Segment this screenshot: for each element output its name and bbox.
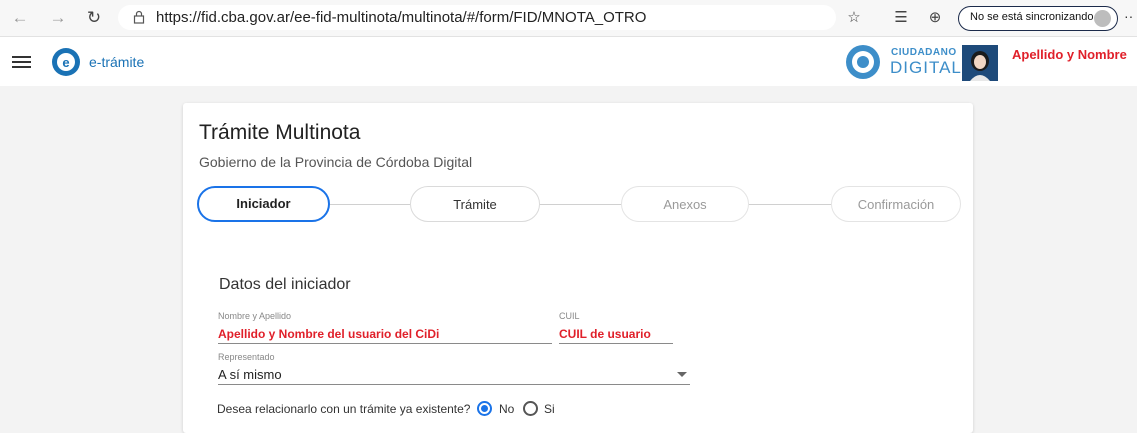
section-title: Datos del iniciador [219, 276, 351, 293]
step-anexos[interactable]: Anexos [621, 186, 749, 222]
brand-name[interactable]: e-trámite [89, 54, 144, 70]
cuil-label: CUIL [559, 311, 580, 321]
radio-no[interactable] [477, 401, 492, 416]
browser-toolbar: ← → ↻ https://fid.cba.gov.ar/ee-fid-mult… [0, 0, 1137, 37]
nombre-field[interactable]: Apellido y Nombre del usuario del CiDi [218, 327, 439, 341]
cidi-small-text: CIUDADANO [891, 47, 957, 58]
back-icon[interactable]: ← [10, 8, 30, 28]
step-connector [749, 204, 831, 205]
lock-icon [133, 10, 145, 24]
representado-underline [218, 384, 690, 385]
step-tramite[interactable]: Trámite [410, 186, 540, 222]
favorites-icon[interactable]: ☰ [890, 7, 912, 29]
more-icon[interactable]: ·· [1124, 8, 1133, 24]
user-avatar-icon [962, 45, 998, 81]
menu-icon[interactable] [12, 56, 31, 69]
sync-label: No se está sincronizando [970, 11, 1094, 23]
step-connector [330, 204, 410, 205]
nombre-label: Nombre y Apellido [218, 311, 292, 321]
profile-icon [1094, 10, 1111, 27]
address-bar[interactable]: https://fid.cba.gov.ar/ee-fid-multinota/… [118, 5, 836, 30]
e-tramite-logo[interactable]: e [51, 47, 81, 77]
chevron-down-icon[interactable] [677, 372, 687, 377]
step-confirmacion[interactable]: Confirmación [831, 186, 961, 222]
cuil-field[interactable]: CUIL de usuario [559, 327, 651, 341]
radio-si[interactable] [523, 401, 538, 416]
page-subtitle: Gobierno de la Provincia de Córdoba Digi… [199, 154, 473, 170]
page-title: Trámite Multinota [199, 121, 361, 144]
app-header: e e-trámite CIUDADANO DIGITAL Apellido y… [0, 37, 1137, 86]
step-iniciador[interactable]: Iniciador [197, 186, 330, 222]
step-connector [539, 204, 621, 205]
form-card: Trámite Multinota Gobierno de la Provinc… [183, 103, 973, 433]
nombre-underline [218, 343, 552, 344]
radio-no-label[interactable]: No [499, 402, 514, 416]
avatar[interactable] [962, 45, 998, 81]
sync-button[interactable]: No se está sincronizando [958, 6, 1118, 31]
svg-text:e: e [62, 55, 69, 70]
url-text[interactable]: https://fid.cba.gov.ar/ee-fid-multinota/… [156, 9, 646, 26]
cidi-logo [846, 45, 880, 79]
collections-icon[interactable]: ⊕ [924, 7, 946, 29]
forward-icon[interactable]: → [48, 8, 68, 28]
radio-si-label[interactable]: Si [544, 402, 555, 416]
representado-label: Representado [218, 352, 275, 362]
favorite-add-icon[interactable]: ☆ [843, 7, 865, 29]
representado-select[interactable]: A sí mismo [218, 367, 282, 382]
user-name[interactable]: Apellido y Nombre [1012, 47, 1127, 62]
relacion-question: Desea relacionarlo con un trámite ya exi… [217, 402, 471, 416]
reload-icon[interactable]: ↻ [84, 8, 104, 28]
cidi-big-text: DIGITAL [890, 58, 962, 77]
cuil-underline [559, 343, 673, 344]
